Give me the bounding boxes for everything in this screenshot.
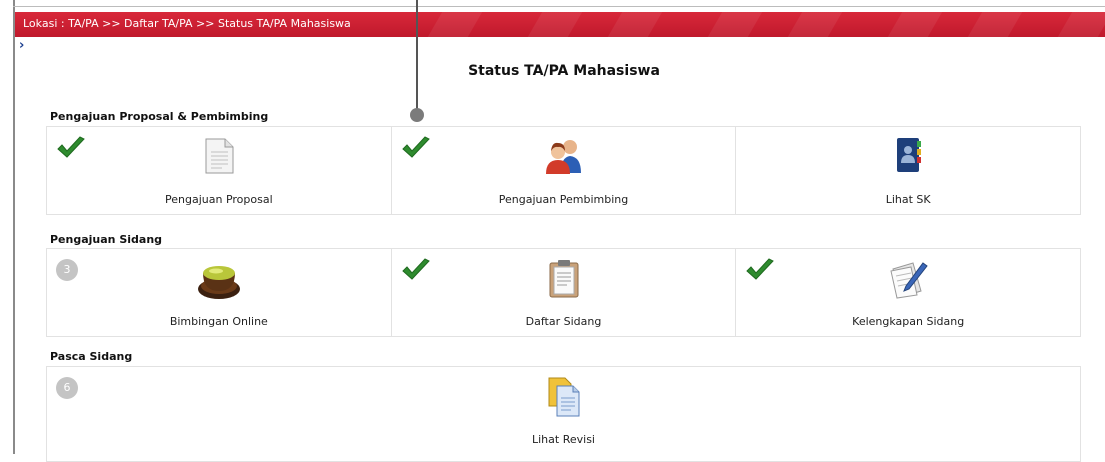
section-title-proposal: Pengajuan Proposal & Pembimbing	[50, 110, 269, 123]
tea-cup-icon	[197, 266, 240, 299]
step-number-badge: 6	[56, 377, 78, 399]
step-label: Pengajuan Pembimbing	[498, 193, 629, 206]
check-icon	[746, 258, 775, 280]
step-kelengkapan-sidang[interactable]: Kelengkapan Sidang	[736, 249, 1080, 336]
check-icon	[401, 258, 430, 280]
step-label: Bimbingan Online	[169, 315, 268, 328]
step-label: Lihat Revisi	[532, 433, 595, 446]
step-bimbingan-online[interactable]: 3 Bimbingan Online	[47, 249, 392, 336]
check-icon	[57, 136, 85, 158]
users-icon	[545, 140, 581, 174]
annotation-pointer-line	[416, 0, 418, 112]
section-row-sidang: 3 Bimbingan Online Daftar Sidang Kelengk…	[46, 248, 1081, 337]
expand-chevron-icon[interactable]: ›	[19, 38, 24, 53]
step-number-badge: 3	[56, 259, 78, 281]
breadcrumb: Lokasi : TA/PA >> Daftar TA/PA >> Status…	[23, 17, 351, 30]
documents-icon	[548, 377, 579, 417]
step-daftar-sidang[interactable]: Daftar Sidang	[392, 249, 737, 336]
section-title-pasca-sidang: Pasca Sidang	[50, 350, 133, 363]
check-icon	[401, 136, 430, 158]
clipboard-icon	[549, 260, 578, 298]
section-row-proposal: Pengajuan Proposal Pengajuan Pembimbing …	[46, 126, 1081, 215]
section-title-sidang: Pengajuan Sidang	[50, 233, 163, 246]
step-label: Lihat SK	[885, 193, 931, 206]
step-pengajuan-proposal[interactable]: Pengajuan Proposal	[47, 127, 392, 214]
annotation-pointer-dot	[410, 108, 424, 122]
page-title: Status TA/PA Mahasiswa	[468, 63, 660, 79]
step-label: Daftar Sidang	[525, 315, 602, 328]
document-icon	[205, 138, 234, 174]
window-top-border	[13, 6, 1105, 7]
address-book-icon	[897, 138, 922, 172]
pen-paper-icon	[890, 262, 928, 299]
section-row-pasca-sidang: 6 Lihat Revisi	[46, 366, 1081, 462]
step-lihat-revisi[interactable]: 6 Lihat Revisi	[47, 367, 1080, 461]
step-label: Pengajuan Proposal	[165, 193, 273, 206]
step-lihat-sk[interactable]: Lihat SK	[736, 127, 1080, 214]
step-pengajuan-pembimbing[interactable]: Pengajuan Pembimbing	[392, 127, 737, 214]
step-label: Kelengkapan Sidang	[852, 315, 965, 328]
breadcrumb-bar: Lokasi : TA/PA >> Daftar TA/PA >> Status…	[15, 12, 1105, 37]
